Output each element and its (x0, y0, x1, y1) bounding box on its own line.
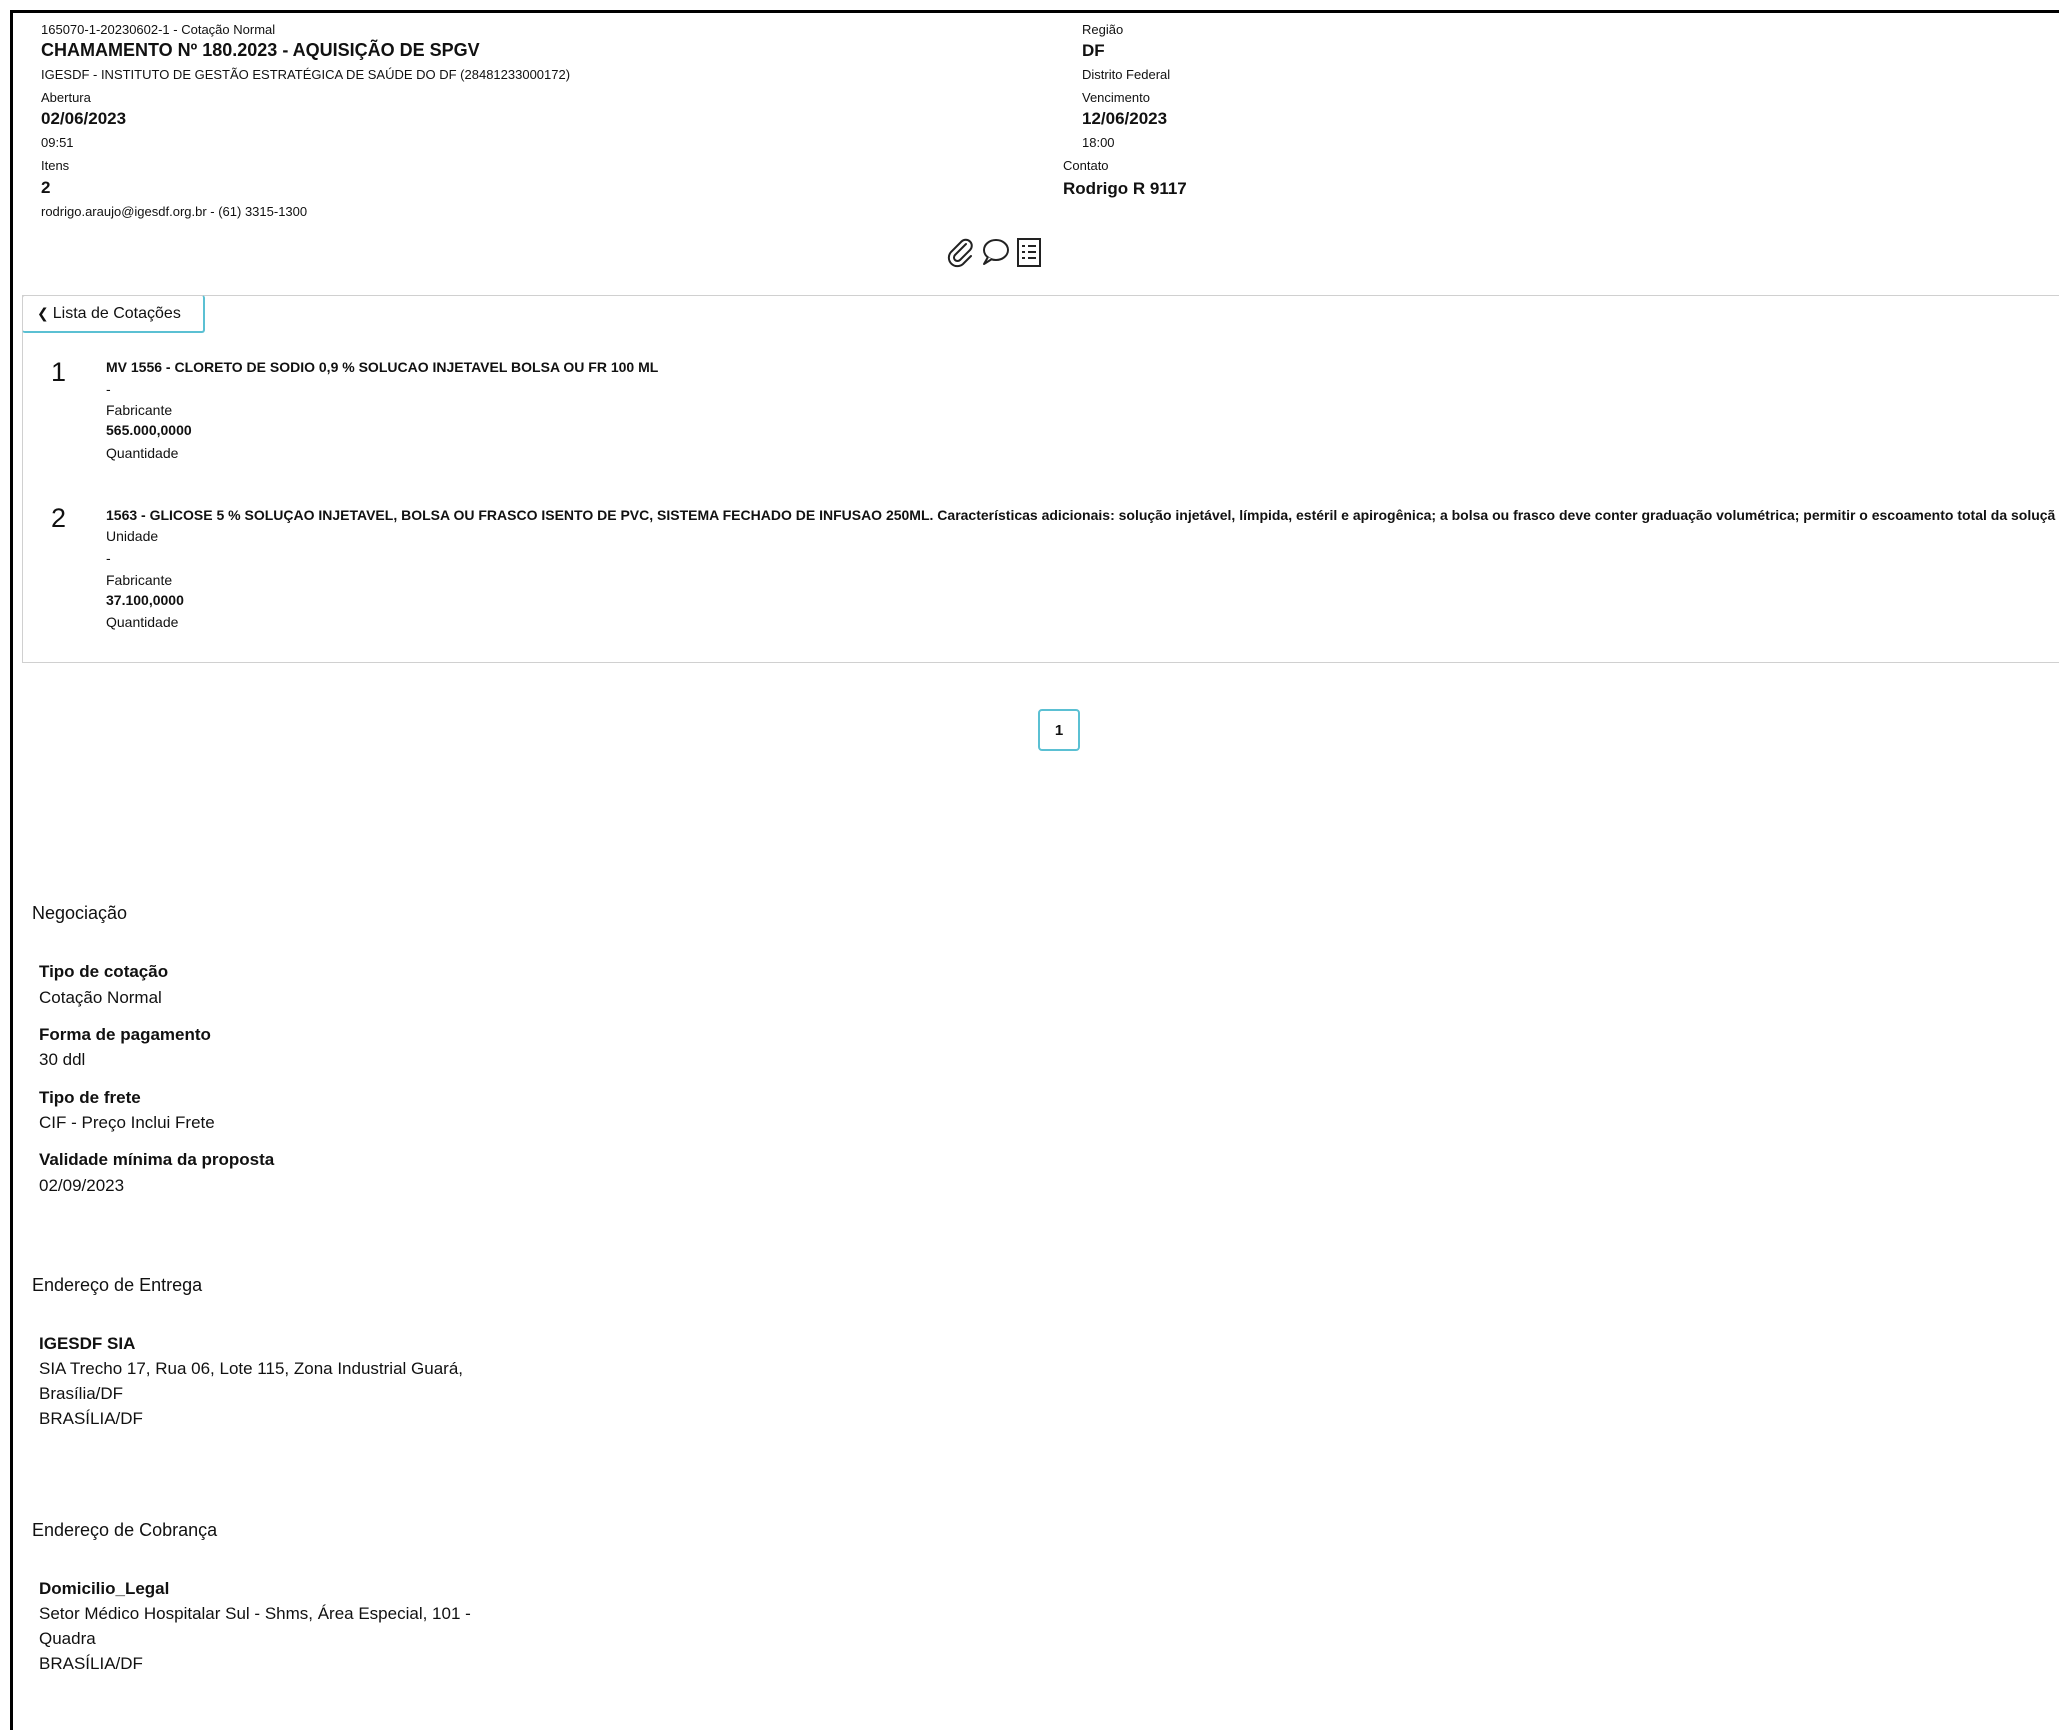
entrega-title: Endereço de Entrega (32, 1275, 203, 1295)
tipo-cotacao-label: Tipo de cotação (39, 962, 169, 981)
cobranca-city: BRASÍLIA/DF (39, 1654, 143, 1673)
cobranca-title: Endereço de Cobrança (32, 1520, 218, 1540)
cobranca-name: Domicilio_Legal (39, 1579, 170, 1598)
contact-line: rodrigo.araujo@igesdf.org.br - (61) 3315… (41, 204, 308, 219)
item-description: 1563 - GLICOSE 5 % SOLUÇAO INJETAVEL, BO… (106, 507, 2056, 523)
organization-name: IGESDF - INSTITUTO DE GESTÃO ESTRATÉGICA… (41, 67, 571, 82)
chevron-left-icon: ❮ (37, 305, 49, 321)
contato-value: Rodrigo R 9117 (1063, 179, 1187, 198)
item-quantity: 565.000,0000 (106, 422, 192, 438)
validade-value: 02/09/2023 (39, 1176, 125, 1195)
forma-pagamento-value: 30 ddl (39, 1050, 86, 1069)
item-quantity: 37.100,0000 (106, 592, 184, 608)
page-1-button[interactable]: 1 (1038, 709, 1080, 751)
forma-pagamento-label: Forma de pagamento (39, 1025, 211, 1044)
page-title: CHAMAMENTO Nº 180.2023 - AQUISIÇÃO DE SP… (41, 40, 480, 60)
back-to-list-button[interactable]: ❮ Lista de Cotações (22, 295, 205, 333)
fabricante-label: Fabricante (106, 572, 173, 588)
entrega-line2: Brasília/DF (39, 1384, 124, 1403)
regiao-name: Distrito Federal (1082, 67, 1171, 82)
fabricante-label: Fabricante (106, 402, 173, 418)
vencimento-time: 18:00 (1082, 135, 1115, 150)
back-button-label: Lista de Cotações (52, 304, 181, 322)
itens-label: Itens (41, 158, 70, 173)
entrega-city: BRASÍLIA/DF (39, 1409, 143, 1428)
item-number: 2 (51, 503, 67, 533)
tipo-cotacao-value: Cotação Normal (39, 988, 162, 1007)
page-frame (10, 10, 2059, 1730)
quantidade-label: Quantidade (106, 614, 179, 630)
paperclip-icon[interactable] (944, 236, 976, 268)
abertura-date: 02/06/2023 (41, 109, 127, 128)
item-description: MV 1556 - CLORETO DE SODIO 0,9 % SOLUCAO… (106, 359, 659, 375)
cobranca-line1: Setor Médico Hospitalar Sul - Shms, Área… (39, 1604, 471, 1623)
checklist-icon[interactable] (1014, 236, 1044, 268)
entrega-line1: SIA Trecho 17, Rua 06, Lote 115, Zona In… (39, 1359, 464, 1378)
items-panel (22, 295, 2059, 663)
reference-line: 165070-1-20230602-1 - Cotação Normal (41, 22, 276, 37)
vencimento-date: 12/06/2023 (1082, 109, 1168, 128)
abertura-time: 09:51 (41, 135, 74, 150)
item-dash: - (106, 550, 111, 566)
item-dash: - (106, 381, 111, 397)
abertura-label: Abertura (41, 90, 91, 105)
regiao-label: Região (1082, 22, 1124, 37)
quantidade-label: Quantidade (106, 445, 179, 461)
regiao-value: DF (1082, 41, 1105, 60)
tipo-frete-label: Tipo de frete (39, 1088, 141, 1107)
speech-bubble-icon[interactable] (979, 236, 1011, 268)
itens-count: 2 (41, 178, 51, 197)
validade-label: Validade mínima da proposta (39, 1150, 275, 1169)
entrega-name: IGESDF SIA (39, 1334, 136, 1353)
contato-label: Contato (1063, 158, 1109, 173)
cobranca-line2: Quadra (39, 1629, 96, 1648)
tipo-frete-value: CIF - Preço Inclui Frete (39, 1113, 215, 1132)
item-number: 1 (51, 357, 67, 387)
vencimento-label: Vencimento (1082, 90, 1150, 105)
unidade-label: Unidade (106, 528, 159, 544)
action-icons (944, 236, 1044, 268)
negociacao-title: Negociação (32, 903, 128, 923)
